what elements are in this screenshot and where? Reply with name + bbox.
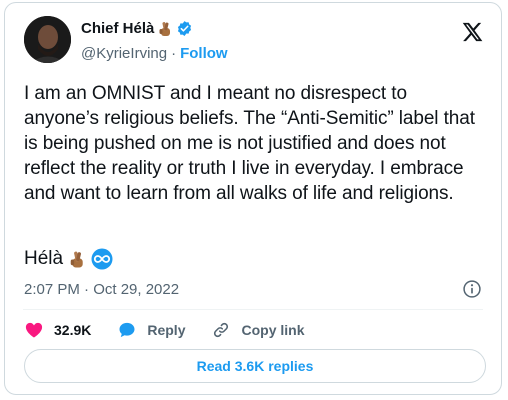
reply-bubble-icon	[119, 322, 135, 338]
read-replies-button[interactable]: Read 3.6K replies	[24, 349, 486, 383]
avatar[interactable]	[24, 16, 71, 63]
fingers-crossed-emoji-icon	[70, 251, 83, 267]
like-button[interactable]: 32.9K	[24, 320, 91, 340]
author-handle[interactable]: @KyrieIrving	[81, 45, 167, 62]
reply-button[interactable]: Reply	[117, 320, 185, 340]
verified-badge-icon	[178, 21, 192, 36]
tweet-signature-row: Hélà	[24, 248, 113, 270]
tweet-timestamp[interactable]: 2:07 PM · Oct 29, 2022	[24, 281, 179, 298]
tweet-signature: Hélà	[24, 248, 64, 269]
author-handle-row: @KyrieIrving · Follow	[81, 45, 228, 62]
heart-icon	[25, 322, 43, 338]
author-name-row: Chief Hélà	[81, 20, 193, 37]
infinity-emoji-icon	[91, 248, 113, 270]
action-bar: 32.9K Reply Copy link	[24, 320, 331, 340]
tweet-text: I am an OMNIST and I meant no disrespect…	[24, 83, 475, 204]
tweet-card: Chief Hélà @KyrieIrving · Follow I am an…	[4, 2, 502, 395]
x-logo-icon[interactable]	[461, 21, 483, 43]
link-icon	[214, 322, 229, 338]
avatar-photo	[24, 16, 71, 63]
copy-link-label: Copy link	[241, 322, 305, 338]
separator-dot: ·	[171, 45, 177, 62]
author-name[interactable]: Chief Hélà	[81, 20, 154, 37]
fingers-crossed-emoji-icon	[159, 21, 171, 36]
reply-label: Reply	[147, 322, 186, 338]
divider	[23, 309, 483, 310]
copy-link-button[interactable]: Copy link	[211, 320, 305, 340]
follow-button[interactable]: Follow	[180, 45, 228, 62]
like-count: 32.9K	[54, 322, 92, 338]
info-icon[interactable]	[462, 279, 482, 299]
